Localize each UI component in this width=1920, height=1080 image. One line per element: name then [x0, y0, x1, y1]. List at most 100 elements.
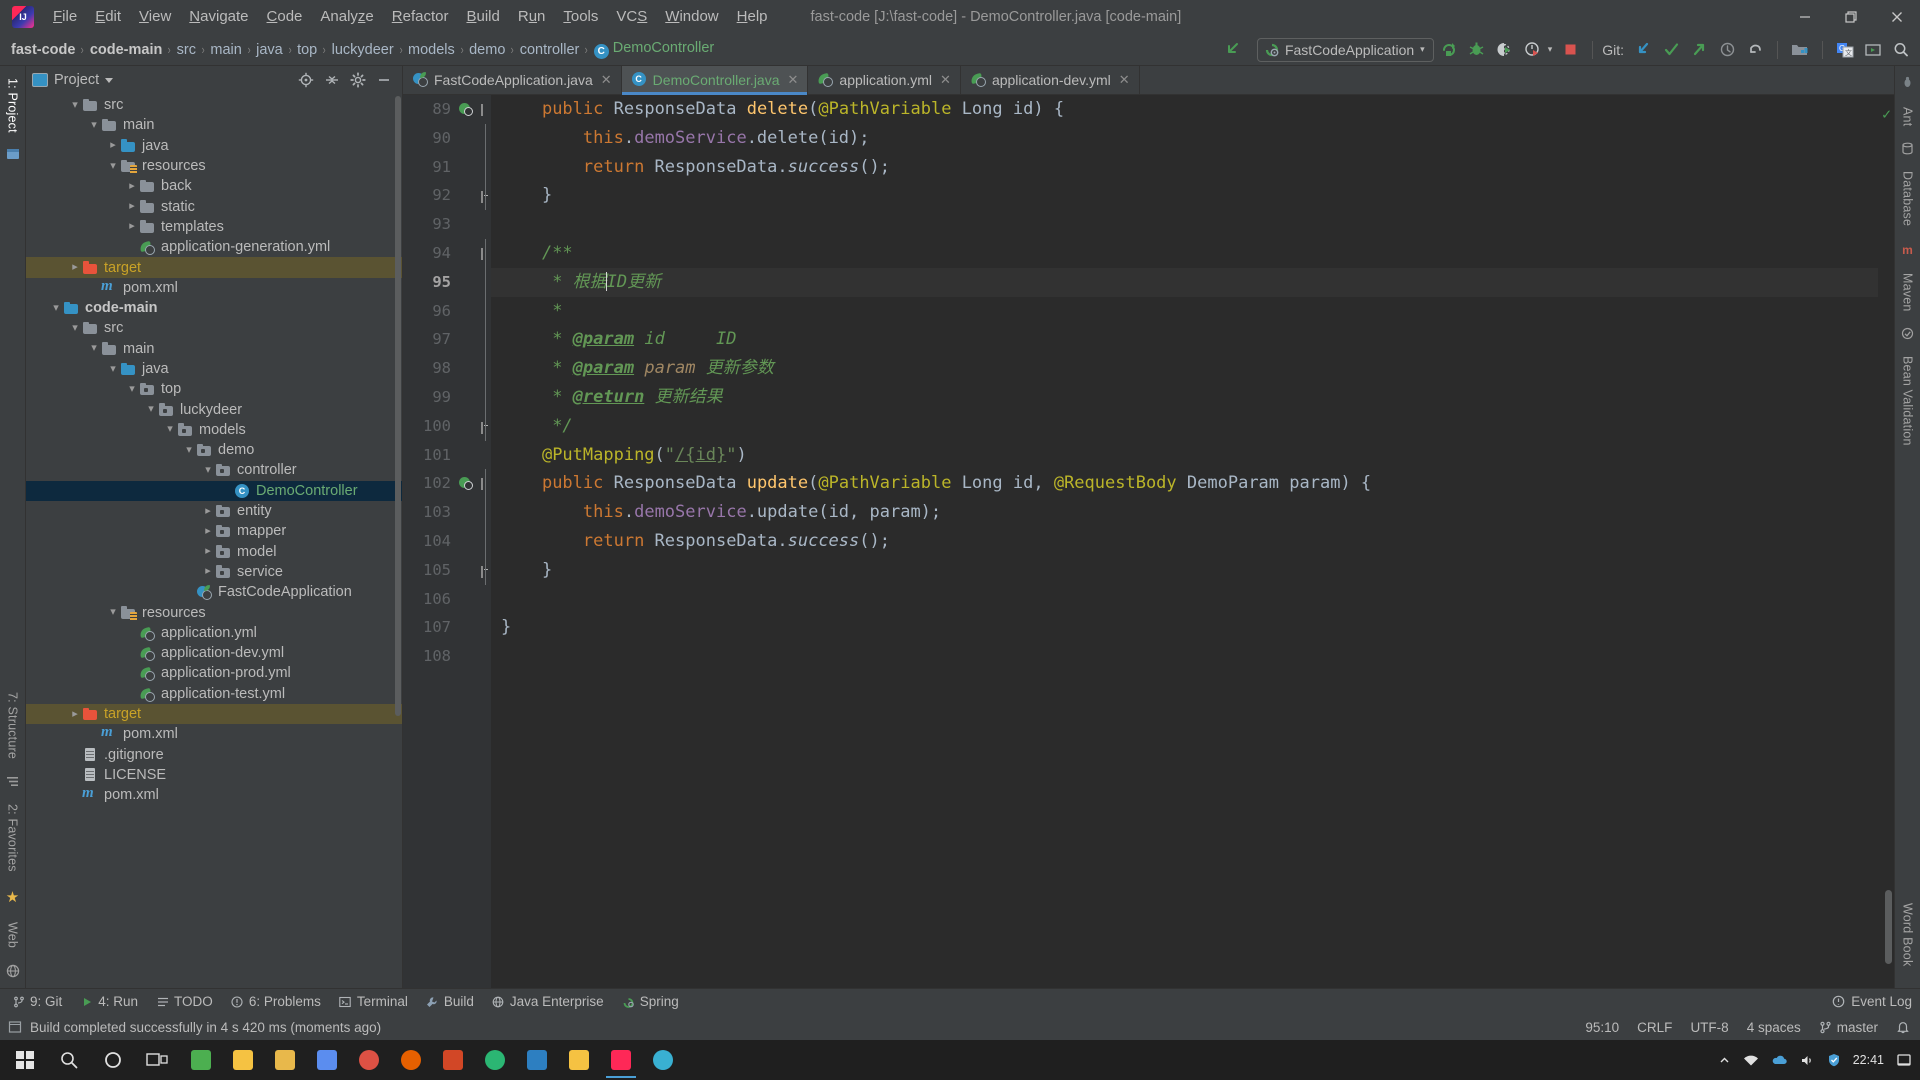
gutter-row[interactable]: 97	[403, 325, 491, 354]
code-text[interactable]: public ResponseData delete(@PathVariable…	[491, 95, 1894, 988]
menu-item-window[interactable]: Window	[656, 5, 727, 29]
gutter-row[interactable]: 94	[403, 239, 491, 268]
chevron-down-icon[interactable]: ▾	[125, 383, 139, 395]
tree-node-democontroller[interactable]: DemoController	[26, 480, 402, 501]
code-viewport[interactable]: 89 90 91 92 93 94 95 96 97 98 99 100 101 102 103 104 105…	[403, 95, 1894, 988]
run-button[interactable]	[1436, 38, 1462, 62]
menu-item-analyze[interactable]: Analyze	[311, 5, 382, 29]
tree-node-main[interactable]: ▾ main	[26, 339, 402, 359]
project-tree[interactable]: ▾ src ▾ main ▸ java ▾ resources ▸ back ▸ static ▸ tem…	[26, 94, 402, 988]
code-line-92[interactable]: }	[491, 181, 1894, 210]
taskbar-note-icon[interactable]	[264, 1040, 306, 1080]
tree-node-top[interactable]: ▾ top	[26, 379, 402, 399]
gutter-row[interactable]: 106	[403, 585, 491, 614]
breadcrumb-item-main[interactable]: main	[207, 41, 244, 59]
gutter-row[interactable]: 100	[403, 412, 491, 441]
windows-start-icon[interactable]	[4, 1040, 46, 1080]
code-line-93[interactable]	[491, 210, 1894, 239]
debug-button[interactable]	[1464, 38, 1490, 62]
search-icon[interactable]	[1888, 38, 1914, 62]
code-line-106[interactable]	[491, 585, 1894, 614]
presentation-icon[interactable]	[1860, 38, 1886, 62]
sidebar-tab-bean-validation[interactable]: Bean Validation	[1897, 348, 1919, 454]
run-with-coverage-button[interactable]	[1492, 38, 1518, 62]
taskbar-wechat-icon[interactable]	[180, 1040, 222, 1080]
chevron-down-icon[interactable]: ▾	[49, 302, 63, 314]
chevron-right-icon[interactable]: ▸	[201, 566, 215, 577]
tree-node-model[interactable]: ▸ model	[26, 542, 402, 562]
tree-node-java[interactable]: ▸ java	[26, 136, 402, 156]
tree-node-service[interactable]: ▸ service	[26, 562, 402, 582]
tree-node-application-dev-yml[interactable]: application-dev.yml	[26, 643, 402, 663]
gutter-row[interactable]: 103	[403, 498, 491, 527]
sidebar-tab-ant[interactable]: Ant	[1897, 99, 1919, 134]
taskbar-intellij-icon[interactable]	[600, 1040, 642, 1080]
toolwindow-button-spring[interactable]: Spring	[614, 992, 687, 1011]
breadcrumb-item-models[interactable]: models	[405, 41, 458, 59]
menu-item-code[interactable]: Code	[258, 5, 312, 29]
chevron-down-icon[interactable]: ▾	[163, 424, 177, 435]
profiler-button[interactable]	[1520, 38, 1546, 62]
code-line-95[interactable]: * 根据ID更新	[491, 267, 1894, 297]
caret-position[interactable]: 95:10	[1585, 1020, 1619, 1035]
chevron-down-icon[interactable]: ▾	[87, 343, 101, 354]
event-log-area[interactable]: Event Log	[1832, 994, 1920, 1009]
tree-node-java[interactable]: ▾ java	[26, 359, 402, 379]
error-stripe-marks[interactable]: ✓	[1878, 95, 1894, 988]
tree-node-main[interactable]: ▾ main	[26, 115, 402, 135]
back-arrow-icon[interactable]	[1223, 40, 1243, 60]
menu-item-edit[interactable]: Edit	[86, 5, 130, 29]
commit-icon[interactable]	[1658, 38, 1684, 62]
notifications-icon[interactable]	[1896, 1020, 1910, 1034]
project-view-chevron-down-icon[interactable]	[105, 77, 114, 83]
toolwindow-button-9--git[interactable]: 9: Git	[4, 992, 70, 1011]
taskbar-explorer-icon[interactable]	[558, 1040, 600, 1080]
web-small-icon[interactable]	[6, 147, 20, 161]
chevron-down-icon[interactable]: ▾	[201, 464, 215, 476]
code-line-104[interactable]: return ResponseData.success();	[491, 527, 1894, 556]
menu-item-file[interactable]: File	[44, 5, 86, 29]
hide-panel-icon[interactable]	[376, 72, 392, 88]
bean-validation-icon[interactable]	[1901, 327, 1914, 340]
code-line-94[interactable]: /**	[491, 239, 1894, 268]
tree-node-src[interactable]: ▾ src	[26, 318, 402, 338]
gutter-row[interactable]: 95	[403, 268, 491, 297]
editor-tab-application-yml[interactable]: application.yml ✕	[808, 66, 961, 94]
shield-icon[interactable]	[1827, 1053, 1841, 1067]
gutter-row[interactable]: 107	[403, 613, 491, 642]
tree-node-application-generation-yml[interactable]: application-generation.yml	[26, 237, 402, 257]
gear-icon[interactable]	[350, 72, 366, 88]
chevron-right-icon[interactable]: ▸	[125, 201, 139, 212]
onedrive-icon[interactable]	[1771, 1054, 1788, 1067]
menu-item-run[interactable]: Run	[509, 5, 555, 29]
toolwindow-button-build[interactable]: Build	[418, 992, 482, 1011]
volume-icon[interactable]	[1800, 1054, 1815, 1067]
translate-icon[interactable]: G文	[1832, 38, 1858, 62]
tree-node-luckydeer[interactable]: ▾ luckydeer	[26, 399, 402, 419]
sidebar-tab-maven[interactable]: Maven	[1897, 265, 1919, 320]
chevron-right-icon[interactable]: ▸	[68, 262, 82, 273]
chevron-right-icon[interactable]: ▸	[125, 180, 139, 192]
push-icon[interactable]	[1686, 38, 1712, 62]
run-gutter-icon[interactable]	[455, 102, 475, 116]
collapse-all-icon[interactable]	[324, 72, 340, 88]
toolwindow-button-6--problems[interactable]: 6: Problems	[223, 992, 329, 1011]
breadcrumb-item-src[interactable]: src	[174, 41, 199, 59]
chevron-right-icon[interactable]: ▸	[106, 140, 120, 151]
web-icon[interactable]	[6, 964, 20, 978]
toolwindow-button-4--run[interactable]: 4: Run	[72, 992, 146, 1011]
code-line-107[interactable]: }	[491, 613, 1894, 642]
maven-icon[interactable]: m	[1902, 243, 1913, 257]
tree-node-license[interactable]: LICENSE	[26, 765, 402, 785]
line-separator[interactable]: CRLF	[1637, 1020, 1672, 1035]
menu-item-tools[interactable]: Tools	[554, 5, 607, 29]
code-line-91[interactable]: return ResponseData.success();	[491, 153, 1894, 182]
taskbar-search-icon[interactable]	[48, 1040, 90, 1080]
chevron-right-icon[interactable]: ▸	[201, 546, 215, 557]
tree-node-resources[interactable]: ▾ resources	[26, 156, 402, 176]
git-branch-name[interactable]: master	[1837, 1020, 1878, 1035]
maximize-restore-button[interactable]	[1828, 0, 1874, 34]
sidebar-tab-favorites[interactable]: 2: Favorites	[2, 796, 24, 880]
gutter-row[interactable]: 96	[403, 297, 491, 326]
tree-node-pom-xml[interactable]: pom.xml	[26, 724, 402, 744]
